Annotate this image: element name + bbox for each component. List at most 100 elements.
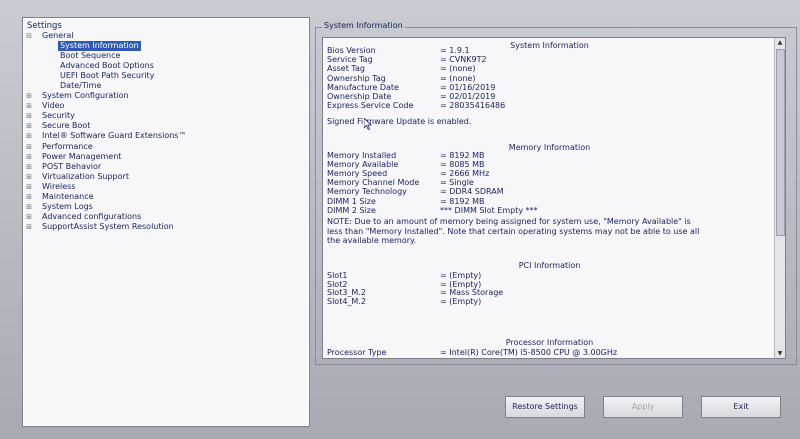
tree-item-date-time[interactable]: Date/Time bbox=[26, 81, 307, 91]
pci-info-heading: PCI Information bbox=[518, 261, 581, 270]
processor-info-label: Processor Type bbox=[327, 348, 387, 357]
tree-item-video[interactable]: ⊞ Video bbox=[26, 101, 307, 111]
collapse-icon[interactable]: ⊟ bbox=[26, 33, 32, 40]
tree-item-system-configuration[interactable]: ⊞ System Configuration bbox=[26, 91, 307, 101]
exit-button[interactable]: Exit bbox=[701, 396, 781, 418]
expand-icon[interactable]: ⊞ bbox=[26, 183, 32, 190]
tree-item-advanced-configurations[interactable]: ⊞ Advanced configurations bbox=[26, 212, 307, 222]
expand-icon[interactable]: ⊞ bbox=[26, 203, 32, 210]
memory-info-label: Memory Available bbox=[327, 160, 399, 170]
tree-item-performance[interactable]: ⊞ Performance bbox=[26, 142, 307, 152]
tree-item-label: Power Management bbox=[42, 151, 122, 161]
tree-item-label: Wireless bbox=[42, 181, 76, 191]
system-info-label: Service Tag bbox=[327, 55, 373, 65]
memory-info-label: Memory Technology bbox=[327, 187, 407, 197]
processor-info-heading: Processor Information bbox=[505, 338, 594, 347]
tree-item-system-logs[interactable]: ⊞ System Logs bbox=[26, 202, 307, 212]
memory-info-label: DIMM 2 Size bbox=[327, 205, 376, 215]
system-info-heading: System Information bbox=[510, 41, 589, 50]
info-frame-title: System Information bbox=[322, 21, 405, 30]
mouse-pointer-icon bbox=[364, 118, 372, 130]
scrollbar-thumb[interactable] bbox=[776, 49, 785, 236]
tree-item-label: Date/Time bbox=[60, 81, 102, 91]
tree-item-label: Maintenance bbox=[42, 191, 94, 201]
tree-item-secure-boot[interactable]: ⊞ Secure Boot bbox=[26, 121, 307, 131]
memory-info-label: Memory Channel Mode bbox=[327, 178, 420, 188]
expand-icon[interactable]: ⊞ bbox=[26, 163, 32, 170]
system-info-value: = 1.9.1 bbox=[440, 46, 470, 55]
info-scrollbar[interactable]: ▲ ▼ bbox=[774, 38, 785, 358]
tree-item-advanced-boot-options[interactable]: Advanced Boot Options bbox=[26, 61, 307, 71]
memory-info-value: = 8192 MB bbox=[440, 196, 485, 206]
tree-item-security[interactable]: ⊞ Security bbox=[26, 111, 307, 121]
pci-info-label: Slot4_M.2 bbox=[327, 296, 366, 306]
expand-icon[interactable]: ⊞ bbox=[26, 123, 32, 130]
memory-info-value: = DDR4 SDRAM bbox=[440, 187, 504, 197]
tree-item-system-information[interactable]: System Information bbox=[26, 41, 307, 52]
system-info-value: = (none) bbox=[440, 73, 476, 83]
system-info-label: Asset Tag bbox=[327, 64, 365, 74]
system-info-value: = CVNK9T2 bbox=[440, 55, 487, 65]
memory-info-label: DIMM 1 Size bbox=[327, 196, 376, 206]
memory-info-label: Memory Installed bbox=[327, 151, 397, 160]
system-information-box: System Information Bios Version = 1.9.1 Se… bbox=[322, 37, 786, 359]
system-info-value: = 01/16/2019 bbox=[440, 82, 496, 92]
tree-item-label: UEFI Boot Path Security bbox=[60, 71, 155, 81]
tree-item-label: Video bbox=[42, 101, 65, 111]
tree-item-label: Security bbox=[42, 111, 75, 121]
settings-tree-panel: Settings ⊟ General System Information Boot … bbox=[22, 17, 310, 427]
tree-item-maintenance[interactable]: ⊞ Maintenance bbox=[26, 192, 307, 202]
tree-item-uefi-boot-path-security[interactable]: UEFI Boot Path Security bbox=[26, 71, 307, 81]
tree-item-label: Boot Sequence bbox=[60, 51, 121, 61]
bios-screen: Settings ⊟ General System Information Boot … bbox=[0, 0, 800, 439]
expand-icon[interactable]: ⊞ bbox=[26, 113, 32, 120]
scroll-down-arrow-icon[interactable]: ▼ bbox=[775, 349, 785, 358]
tree-item-post-behavior[interactable]: ⊞ POST Behavior bbox=[26, 162, 307, 172]
system-info-label: Ownership Tag bbox=[327, 73, 386, 83]
system-info-value: = (none) bbox=[440, 64, 476, 74]
tree-item-label: Intel® Software Guard Extensions™ bbox=[42, 131, 187, 141]
memory-info-value: = 8085 MB bbox=[440, 160, 485, 170]
system-info-value: = 28035416486 bbox=[440, 101, 506, 111]
tree-item-general[interactable]: ⊟ General bbox=[26, 31, 307, 41]
expand-icon[interactable]: ⊞ bbox=[26, 193, 32, 200]
apply-button[interactable]: Apply bbox=[603, 396, 683, 418]
tree-item-label: General bbox=[42, 31, 74, 40]
memory-info-label: Memory Speed bbox=[327, 169, 388, 179]
memory-info-value: = 8192 MB bbox=[440, 151, 485, 160]
system-info-label: Bios Version bbox=[327, 46, 376, 55]
pci-info-value: = (Empty) bbox=[440, 296, 482, 306]
expand-icon[interactable]: ⊞ bbox=[26, 93, 32, 100]
tree-item-label: Virtualization Support bbox=[42, 171, 129, 181]
restore-settings-button[interactable]: Restore Settings bbox=[505, 396, 585, 418]
expand-icon[interactable]: ⊞ bbox=[26, 143, 32, 150]
tree-item-wireless[interactable]: ⊞ Wireless bbox=[26, 182, 307, 192]
memory-info-value: = 2666 MHz bbox=[440, 169, 490, 179]
expand-icon[interactable]: ⊞ bbox=[26, 213, 32, 220]
expand-icon[interactable]: ⊞ bbox=[26, 223, 32, 230]
system-info-value: = 02/01/2019 bbox=[440, 92, 496, 101]
tree-item-label: System Logs bbox=[42, 201, 93, 211]
scroll-up-arrow-icon[interactable]: ▲ bbox=[775, 38, 785, 47]
expand-icon[interactable]: ⊞ bbox=[26, 173, 32, 180]
tree-item-supportassist-system-resolution[interactable]: ⊞ SupportAssist System Resolution bbox=[26, 222, 307, 232]
tree-item-label: SupportAssist System Resolution bbox=[42, 221, 174, 231]
system-info-label: Express Service Code bbox=[327, 101, 414, 111]
expand-icon[interactable]: ⊞ bbox=[26, 133, 32, 140]
memory-info-value: = Single bbox=[440, 178, 474, 188]
firmware-update-status: Signed Firmware Update is enabled. bbox=[327, 117, 472, 126]
memory-info-value: *** DIMM Slot Empty *** bbox=[440, 205, 538, 215]
processor-info-value: = Intel(R) Core(TM) i5-8500 CPU @ 3.00GH… bbox=[440, 348, 618, 357]
tree-item-label: Secure Boot bbox=[42, 121, 91, 131]
tree-item-power-management[interactable]: ⊞ Power Management bbox=[26, 152, 307, 162]
expand-icon[interactable]: ⊞ bbox=[26, 153, 32, 160]
system-info-label: Ownership Date bbox=[327, 92, 392, 101]
tree-item-boot-sequence[interactable]: Boot Sequence bbox=[26, 51, 307, 61]
tree-item-label: Advanced Boot Options bbox=[60, 61, 154, 71]
memory-note: NOTE: Due to an amount of memory being a… bbox=[327, 217, 700, 245]
tree-item-intel-software-guard-extensions[interactable]: ⊞ Intel® Software Guard Extensions™ bbox=[26, 131, 307, 141]
expand-icon[interactable]: ⊞ bbox=[26, 103, 32, 110]
system-info-label: Manufacture Date bbox=[327, 82, 399, 92]
tree-item-label: System Configuration bbox=[42, 91, 129, 101]
tree-item-virtualization-support[interactable]: ⊞ Virtualization Support bbox=[26, 172, 307, 182]
